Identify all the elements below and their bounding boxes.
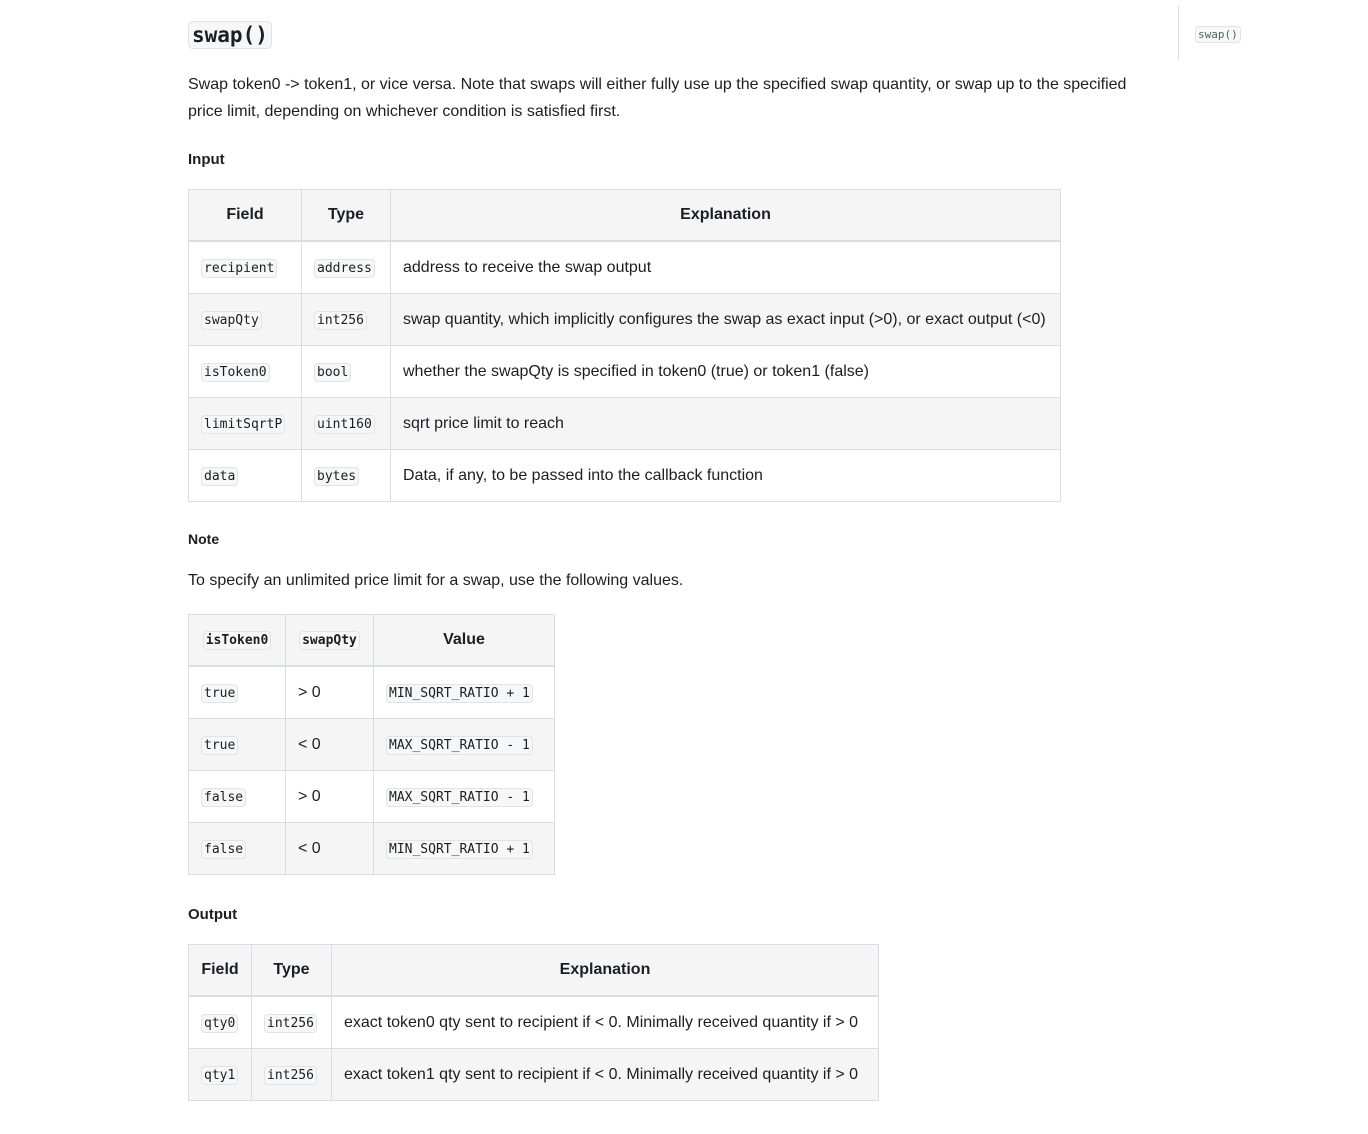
explanation-cell: exact token1 qty sent to recipient if < … <box>331 1048 879 1101</box>
istoken0-cell: true <box>188 718 286 771</box>
swapqty-cell: < 0 <box>285 718 374 771</box>
value-cell: MAX_SQRT_RATIO - 1 <box>373 770 555 823</box>
swapqty-cell: < 0 <box>285 822 374 875</box>
table-row: swapQty int256 swap quantity, which impl… <box>188 293 1061 346</box>
value-code: MAX_SQRT_RATIO - 1 <box>386 787 533 807</box>
price-limit-table: isToken0 swapQty Value true > 0 MIN_SQRT… <box>188 614 555 875</box>
value-cell: MAX_SQRT_RATIO - 1 <box>373 718 555 771</box>
table-row: isToken0 bool whether the swapQty is spe… <box>188 345 1061 398</box>
docs-page: swap() Swap token0 -> token1, or vice ve… <box>0 0 1368 1134</box>
explanation-cell: address to receive the swap output <box>390 240 1061 294</box>
type-cell: bytes <box>301 449 391 502</box>
type-cell: int256 <box>301 293 391 346</box>
column-header: Explanation <box>331 944 879 997</box>
table-row: limitSqrtP uint160 sqrt price limit to r… <box>188 397 1061 450</box>
type-code: uint160 <box>314 414 375 434</box>
field-cell: isToken0 <box>188 345 302 398</box>
istoken0-cell: true <box>188 665 286 719</box>
column-header: isToken0 <box>188 614 286 667</box>
note-heading: Note <box>188 531 220 547</box>
table-header-row: Field Type Explanation <box>188 944 879 997</box>
explanation-cell: sqrt price limit to reach <box>390 397 1061 450</box>
column-header: Type <box>251 944 332 997</box>
field-code: recipient <box>201 258 278 278</box>
field-cell: data <box>188 449 302 502</box>
field-cell: qty1 <box>188 1048 252 1101</box>
table-row: true < 0 MAX_SQRT_RATIO - 1 <box>188 718 555 771</box>
note-text: To specify an unlimited price limit for … <box>188 572 684 589</box>
type-cell: uint160 <box>301 397 391 450</box>
value-cell: MIN_SQRT_RATIO + 1 <box>373 822 555 875</box>
table-row: qty0 int256 exact token0 qty sent to rec… <box>188 995 879 1049</box>
column-header: Type <box>301 189 391 242</box>
type-cell: address <box>301 240 391 294</box>
table-row: true > 0 MIN_SQRT_RATIO + 1 <box>188 665 555 719</box>
field-cell: qty0 <box>188 995 252 1049</box>
table-header-row: Field Type Explanation <box>188 189 1061 242</box>
explanation-cell: whether the swapQty is specified in toke… <box>390 345 1061 398</box>
table-row: data bytes Data, if any, to be passed in… <box>188 449 1061 502</box>
type-code: int256 <box>264 1013 317 1033</box>
column-header: Explanation <box>390 189 1061 242</box>
input-heading: Input <box>188 151 225 168</box>
value-cell: MIN_SQRT_RATIO + 1 <box>373 665 555 719</box>
field-code: limitSqrtP <box>201 414 286 434</box>
input-table: Field Type Explanation recipient address… <box>188 189 1061 502</box>
field-cell: limitSqrtP <box>188 397 302 450</box>
type-code: int256 <box>314 310 367 330</box>
output-heading: Output <box>188 906 238 923</box>
bool-code: false <box>201 839 247 859</box>
column-header: Field <box>188 944 252 997</box>
field-code: swapQty <box>201 310 262 330</box>
istoken0-cell: false <box>188 822 286 875</box>
field-code: isToken0 <box>201 362 270 382</box>
explanation-cell: exact token0 qty sent to recipient if < … <box>331 995 879 1049</box>
title-code: swap() <box>188 21 272 49</box>
table-row: qty1 int256 exact token1 qty sent to rec… <box>188 1048 879 1101</box>
page-title: swap() <box>188 20 272 50</box>
istoken0-cell: false <box>188 770 286 823</box>
explanation-cell: Data, if any, to be passed into the call… <box>390 449 1061 502</box>
output-table: Field Type Explanation qty0 int256 exact… <box>188 944 879 1101</box>
bool-code: true <box>201 683 239 703</box>
type-cell: int256 <box>251 1048 332 1101</box>
table-row: false < 0 MIN_SQRT_RATIO + 1 <box>188 822 555 875</box>
column-header: Field <box>188 189 302 242</box>
explanation-cell: swap quantity, which implicitly configur… <box>390 293 1061 346</box>
table-header-row: isToken0 swapQty Value <box>188 614 555 667</box>
toc-link-swap[interactable]: swap() <box>1195 26 1241 43</box>
header-code: swapQty <box>299 631 360 650</box>
field-cell: recipient <box>188 240 302 294</box>
field-code: data <box>201 466 239 486</box>
field-code: qty0 <box>201 1013 239 1033</box>
type-code: int256 <box>264 1065 317 1085</box>
type-code: address <box>314 258 375 278</box>
table-row: recipient address address to receive the… <box>188 240 1061 294</box>
bool-code: false <box>201 787 247 807</box>
type-cell: bool <box>301 345 391 398</box>
value-code: MIN_SQRT_RATIO + 1 <box>386 683 533 703</box>
swapqty-cell: > 0 <box>285 770 374 823</box>
field-cell: swapQty <box>188 293 302 346</box>
table-row: false > 0 MAX_SQRT_RATIO - 1 <box>188 770 555 823</box>
header-code: isToken0 <box>202 631 272 650</box>
column-header: Value <box>373 614 555 667</box>
value-code: MIN_SQRT_RATIO + 1 <box>386 839 533 859</box>
swapqty-cell: > 0 <box>285 665 374 719</box>
field-code: qty1 <box>201 1065 239 1085</box>
bool-code: true <box>201 735 239 755</box>
column-header: swapQty <box>285 614 374 667</box>
type-cell: int256 <box>251 995 332 1049</box>
description: Swap token0 -> token1, or vice versa. No… <box>188 76 1127 120</box>
type-code: bytes <box>314 466 360 486</box>
type-code: bool <box>314 362 352 382</box>
value-code: MAX_SQRT_RATIO - 1 <box>386 735 533 755</box>
table-of-contents: swap() <box>1178 6 1241 60</box>
